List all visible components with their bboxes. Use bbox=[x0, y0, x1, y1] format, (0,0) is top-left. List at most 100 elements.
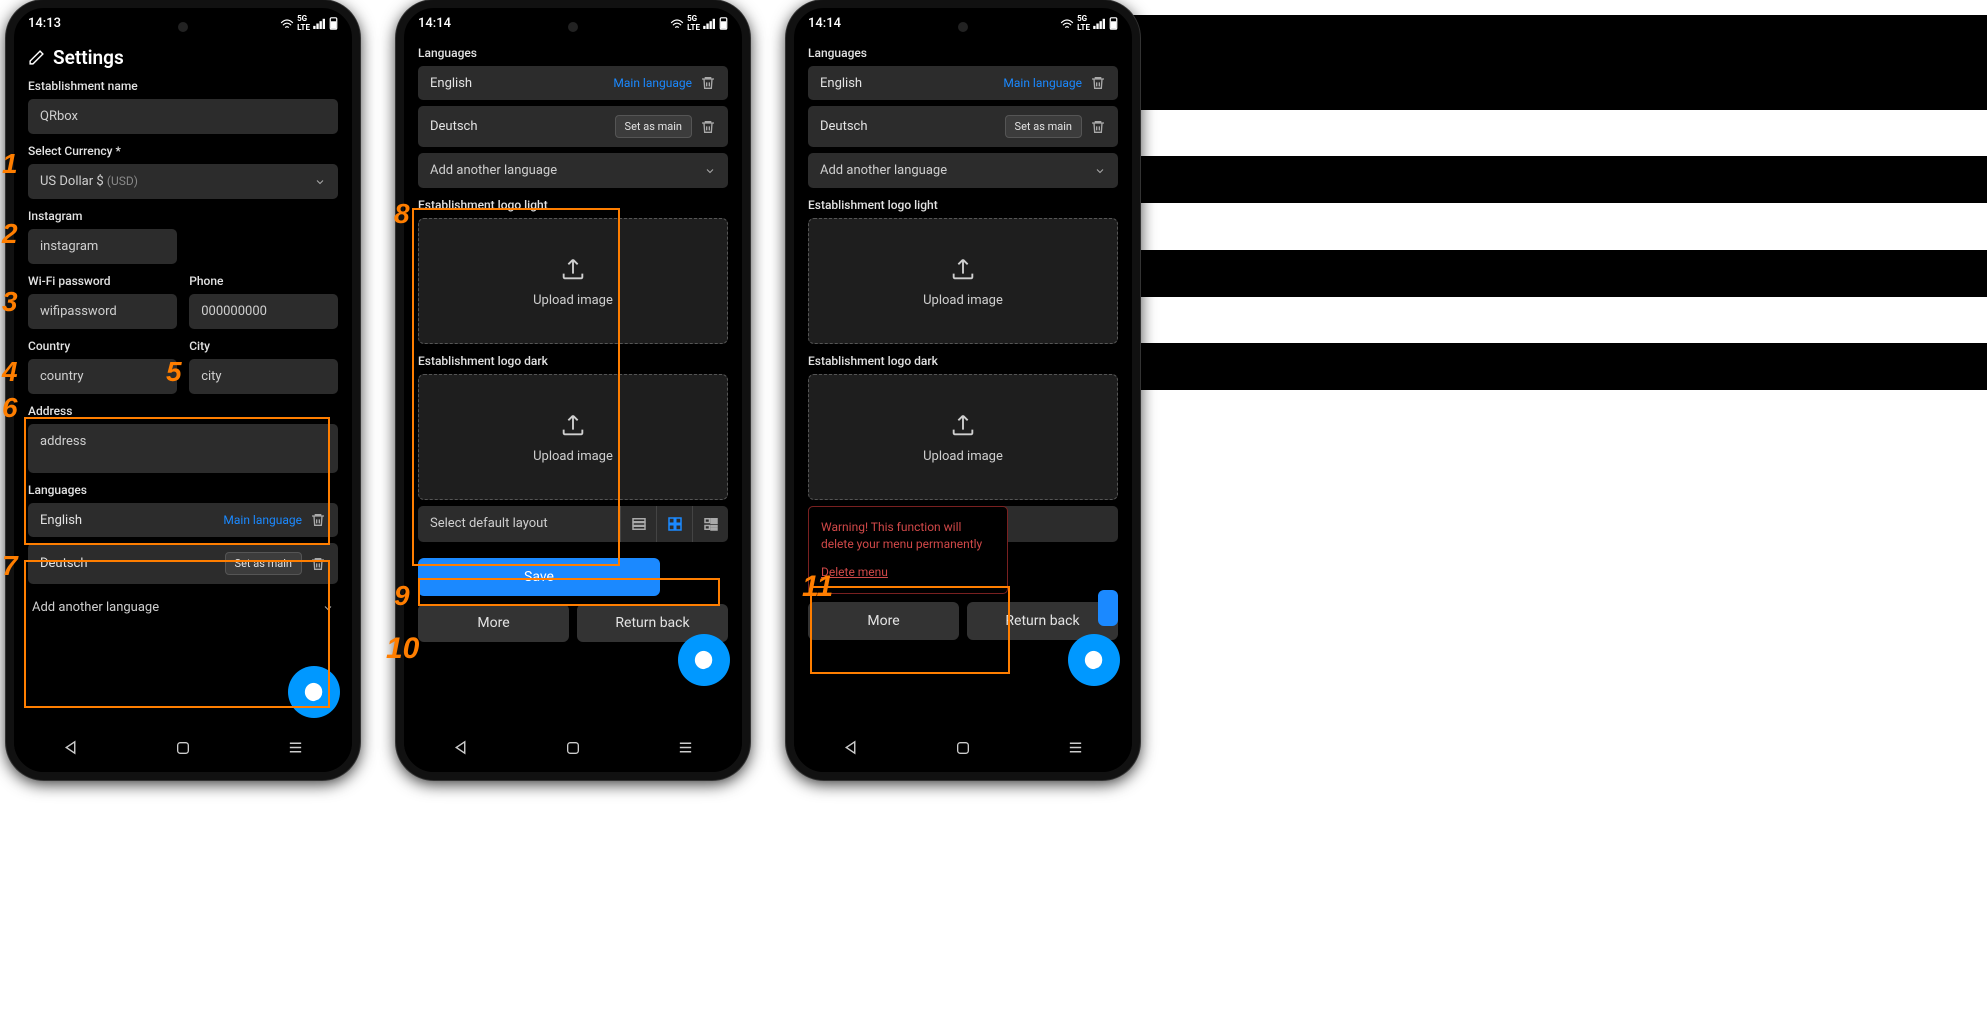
label-instagram: Instagram bbox=[28, 209, 338, 223]
language-name: English bbox=[820, 76, 862, 91]
add-language-button[interactable]: Add another language bbox=[28, 590, 338, 625]
warning-box: Warning! This function will delete your … bbox=[808, 506, 1008, 594]
language-row-english: English Main language bbox=[28, 503, 338, 537]
trash-icon[interactable] bbox=[310, 512, 326, 528]
nav-home-icon[interactable] bbox=[175, 740, 191, 761]
trash-icon[interactable] bbox=[1090, 119, 1106, 135]
add-language-label: Add another language bbox=[430, 163, 557, 178]
status-bar: 14:14 5GLTE bbox=[404, 8, 742, 38]
upload-label: Upload image bbox=[923, 293, 1003, 308]
layout-cards-icon[interactable] bbox=[692, 506, 728, 542]
status-bar: 14:14 5GLTE bbox=[794, 8, 1132, 38]
layout-list-icon[interactable] bbox=[620, 506, 656, 542]
label-city: City bbox=[189, 339, 338, 353]
currency-value: US Dollar $ bbox=[40, 174, 104, 189]
status-icons: 5GLTE bbox=[670, 14, 728, 32]
layout-grid-icon[interactable] bbox=[656, 506, 692, 542]
layout-label: Select default layout bbox=[418, 506, 620, 542]
label-languages: Languages bbox=[418, 46, 728, 60]
label-logo-dark: Establishment logo dark bbox=[418, 354, 728, 368]
nav-recent-icon[interactable] bbox=[677, 739, 694, 761]
language-row-english: English Main language bbox=[418, 66, 728, 100]
status-bar: 14:13 5GLTE bbox=[14, 8, 352, 38]
nav-home-icon[interactable] bbox=[955, 740, 971, 761]
phone-input[interactable]: 000000000 bbox=[189, 294, 338, 329]
chat-fab[interactable] bbox=[1068, 634, 1120, 686]
language-name: English bbox=[430, 76, 472, 91]
currency-select[interactable]: US Dollar $ (USD) bbox=[28, 164, 338, 199]
language-name: Deutsch bbox=[40, 556, 88, 571]
language-row-deutsch: Deutsch Set as main bbox=[418, 106, 728, 147]
save-button-partial[interactable] bbox=[1098, 590, 1118, 626]
upload-logo-light[interactable]: Upload image bbox=[808, 218, 1118, 344]
language-row-deutsch: Deutsch Set as main bbox=[28, 543, 338, 584]
chevron-down-icon bbox=[314, 176, 326, 188]
label-wifi: Wi-Fi password bbox=[28, 274, 177, 288]
currency-code: (USD) bbox=[107, 174, 138, 188]
add-language-label: Add another language bbox=[820, 163, 947, 178]
save-button[interactable]: Save bbox=[418, 558, 660, 596]
nav-recent-icon[interactable] bbox=[287, 739, 304, 761]
upload-logo-light[interactable]: Upload image bbox=[418, 218, 728, 344]
trash-icon[interactable] bbox=[700, 119, 716, 135]
nav-back-icon[interactable] bbox=[452, 739, 469, 761]
layout-selector: Select default layout bbox=[418, 506, 728, 542]
label-phone: Phone bbox=[189, 274, 338, 288]
label-est-name: Establishment name bbox=[28, 79, 338, 93]
label-country: Country bbox=[28, 339, 177, 353]
set-main-button[interactable]: Set as main bbox=[1005, 115, 1082, 138]
nav-recent-icon[interactable] bbox=[1067, 739, 1084, 761]
nav-home-icon[interactable] bbox=[565, 740, 581, 761]
add-language-button[interactable]: Add another language bbox=[808, 153, 1118, 188]
address-input[interactable]: address bbox=[28, 424, 338, 473]
upload-icon bbox=[949, 255, 977, 283]
wifi-input[interactable]: wifipassword bbox=[28, 294, 177, 329]
set-main-button[interactable]: Set as main bbox=[615, 115, 692, 138]
upload-label: Upload image bbox=[533, 293, 613, 308]
upload-icon bbox=[559, 411, 587, 439]
country-input[interactable]: country bbox=[28, 359, 177, 394]
chevron-down-icon bbox=[1094, 165, 1106, 177]
android-nav-bar bbox=[404, 728, 742, 772]
est-name-input[interactable]: QRbox bbox=[28, 99, 338, 134]
phone-2: 14:14 5GLTE Languages English Main langu… bbox=[396, 0, 750, 780]
upload-logo-dark[interactable]: Upload image bbox=[808, 374, 1118, 500]
language-row-deutsch: Deutsch Set as main bbox=[808, 106, 1118, 147]
status-icons: 5GLTE bbox=[1060, 14, 1118, 32]
upload-logo-dark[interactable]: Upload image bbox=[418, 374, 728, 500]
main-language-badge: Main language bbox=[1003, 76, 1082, 90]
language-name: Deutsch bbox=[820, 119, 868, 134]
main-language-badge: Main language bbox=[613, 76, 692, 90]
status-time: 14:13 bbox=[28, 16, 61, 31]
more-button[interactable]: More bbox=[418, 604, 569, 642]
phone-1: 14:13 5GLTE Settings Establishment name … bbox=[6, 0, 360, 780]
page-title: Settings bbox=[53, 46, 124, 69]
warning-text: Warning! This function will delete your … bbox=[821, 519, 995, 554]
add-language-button[interactable]: Add another language bbox=[418, 153, 728, 188]
chat-fab[interactable] bbox=[678, 634, 730, 686]
trash-icon[interactable] bbox=[700, 75, 716, 91]
instagram-input[interactable]: instagram bbox=[28, 229, 177, 264]
city-input[interactable]: city bbox=[189, 359, 338, 394]
label-currency: Select Currency * bbox=[28, 144, 338, 158]
label-logo-dark: Establishment logo dark bbox=[808, 354, 1118, 368]
status-time: 14:14 bbox=[808, 16, 841, 31]
label-address: Address bbox=[28, 404, 338, 418]
nav-back-icon[interactable] bbox=[842, 739, 859, 761]
set-main-button[interactable]: Set as main bbox=[225, 552, 302, 575]
label-logo-light: Establishment logo light bbox=[808, 198, 1118, 212]
page-header: Settings bbox=[28, 46, 338, 69]
more-button[interactable]: More bbox=[808, 602, 959, 640]
label-languages: Languages bbox=[28, 483, 338, 497]
chevron-down-icon bbox=[322, 602, 334, 614]
main-language-badge: Main language bbox=[223, 513, 302, 527]
trash-icon[interactable] bbox=[310, 556, 326, 572]
chat-fab[interactable] bbox=[288, 666, 340, 718]
trash-icon[interactable] bbox=[1090, 75, 1106, 91]
add-language-label: Add another language bbox=[32, 600, 159, 615]
chevron-down-icon bbox=[704, 165, 716, 177]
android-nav-bar bbox=[794, 728, 1132, 772]
nav-back-icon[interactable] bbox=[62, 739, 79, 761]
status-icons: 5GLTE bbox=[280, 14, 338, 32]
delete-menu-button[interactable]: Delete menu bbox=[821, 564, 888, 581]
